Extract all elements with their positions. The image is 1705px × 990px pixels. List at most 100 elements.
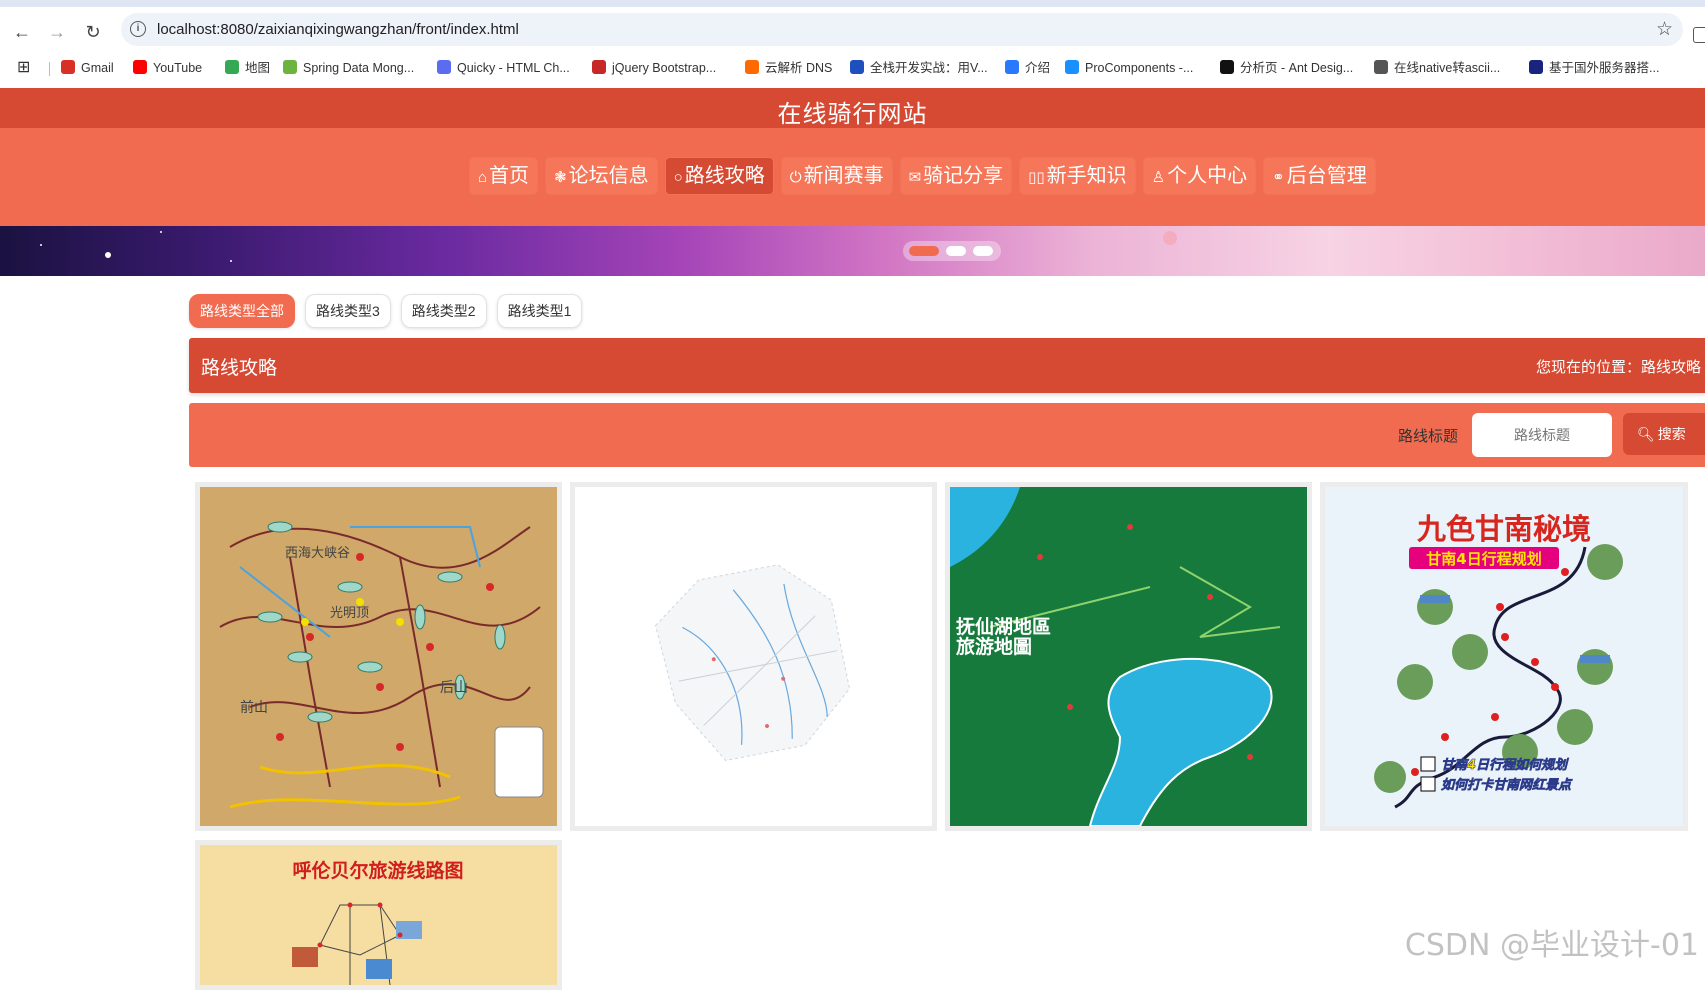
route-type-tab[interactable]: 路线类型1 [497, 294, 583, 328]
search-bar: 路线标题 🔍︎搜索 [189, 403, 1705, 467]
nav-icon: ⏻ [790, 169, 802, 186]
bookmark-item[interactable]: YouTube [133, 58, 202, 78]
carousel-dot-1[interactable] [909, 246, 939, 256]
nav-label: 论坛信息 [569, 165, 649, 187]
browser-toolbar: ← → ↻ i localhost:8080/zaixianqixingwang… [0, 7, 1705, 53]
bookmark-item[interactable]: 分析页 - Ant Desig... [1220, 58, 1353, 78]
bookmarks-bar: ⊞ Gmail YouTube 地图 Spring Data Mong... Quick… [0, 53, 1705, 83]
map-title: 呼伦贝尔旅游线路图 [292, 859, 463, 882]
bookmark-label: 介绍 [1025, 61, 1050, 75]
bookmark-label: ProComponents -... [1085, 61, 1193, 75]
map-label-left: 前山 [240, 699, 268, 715]
bookmark-favicon-icon [283, 60, 297, 74]
bookmark-favicon-icon [61, 60, 75, 74]
bookmark-favicon-icon [133, 60, 147, 74]
route-type-tabs: 路线类型全部路线类型3 路线类型2 路线类型1 [189, 294, 582, 328]
nav-label: 新手知识 [1047, 165, 1127, 187]
bookmark-item[interactable]: Quicky - HTML Ch... [437, 58, 570, 78]
bookmark-label: 地图 [245, 61, 270, 75]
bookmark-label: YouTube [153, 61, 202, 75]
nav-item-6[interactable]: ▯▯新手知识 [1020, 158, 1135, 194]
section-header: 路线攻略 您现在的位置：路线攻略 [189, 338, 1705, 393]
bookmark-item[interactable]: 全栈开发实战：用V... [850, 58, 988, 78]
route-card[interactable]: 西海大峡谷 光明顶 前山 后山 [195, 482, 562, 831]
breadcrumb: 您现在的位置：路线攻略 [1536, 356, 1701, 377]
apps-grid-icon[interactable]: ⊞ [17, 58, 30, 78]
route-type-tab[interactable]: 路线类型2 [401, 294, 487, 328]
nav-icon: ⌂ [478, 169, 487, 186]
bookmark-item[interactable]: 地图 [225, 58, 270, 78]
bookmark-item[interactable]: 介绍 [1005, 58, 1050, 78]
nav-label: 骑记分享 [923, 165, 1003, 187]
watermark: CSDN @毕业设计-01 [1405, 920, 1699, 964]
bookmark-label: 云解析 DNS [765, 61, 832, 75]
nav-icon: ▯▯ [1028, 169, 1045, 186]
bookmark-item[interactable]: Gmail [61, 58, 114, 78]
nav-item-8[interactable]: ⚭后台管理 [1264, 158, 1375, 194]
bookmark-favicon-icon [745, 60, 759, 74]
bookmark-label: 分析页 - Ant Desig... [1240, 61, 1353, 75]
browser-tab-strip [0, 0, 1705, 7]
site-title-bar: 在线骑行网站 [0, 88, 1705, 128]
map-label-top: 西海大峡谷 [285, 545, 350, 560]
bookmark-divider [49, 62, 50, 76]
bookmark-item[interactable]: 在线native转ascii... [1374, 58, 1500, 78]
bookmark-favicon-icon [225, 60, 239, 74]
banner-star [230, 260, 232, 262]
carousel-dot-2[interactable] [946, 246, 966, 256]
route-type-tab[interactable]: 路线类型全部 [189, 294, 295, 328]
url-text[interactable]: localhost:8080/zaixianqixingwangzhan/fro… [157, 21, 519, 38]
route-card[interactable]: 抚仙湖地區 旅游地圖 [945, 482, 1312, 831]
breadcrumb-current[interactable]: 路线攻略 [1641, 359, 1701, 376]
nav-label: 路线攻略 [685, 165, 765, 187]
nav-item-3[interactable]: ○路线攻略 [666, 158, 773, 194]
nav-label: 新闻赛事 [804, 165, 884, 187]
route-image: 呼伦贝尔旅游线路图 [200, 845, 557, 985]
bookmark-label: 在线native转ascii... [1394, 61, 1500, 75]
site-title: 在线骑行网站 [0, 94, 1705, 129]
bookmark-label: 基于国外服务器搭... [1549, 61, 1659, 75]
address-bar[interactable]: i localhost:8080/zaixianqixingwangzhan/f… [121, 13, 1683, 46]
bookmark-item[interactable]: ProComponents -... [1065, 58, 1193, 78]
search-icon: 🔍︎ [1637, 426, 1655, 442]
map-line-1: 甘南4日行程如何规划 [1441, 757, 1569, 773]
banner-carousel[interactable] [0, 226, 1705, 276]
banner-petal [1163, 231, 1177, 245]
nav-label: 后台管理 [1287, 165, 1367, 187]
route-image [575, 487, 932, 826]
bookmark-favicon-icon [1065, 60, 1079, 74]
route-image: 抚仙湖地區 旅游地圖 [950, 487, 1307, 826]
forward-arrow-icon[interactable]: → [46, 21, 68, 43]
map-line-2: 如何打卡甘南网红景点 [1441, 777, 1573, 793]
nav-item-7[interactable]: ♙个人中心 [1144, 158, 1255, 194]
extensions-icon[interactable] [1693, 27, 1705, 43]
bookmark-item[interactable]: jQuery Bootstrap... [592, 58, 716, 78]
bookmark-item[interactable]: 云解析 DNS [745, 58, 832, 78]
nav-label: 首页 [489, 165, 529, 187]
back-arrow-icon[interactable]: ← [11, 21, 33, 43]
route-image: 西海大峡谷 光明顶 前山 后山 [200, 487, 557, 826]
map-title: 九色甘南秘境 [1417, 512, 1591, 546]
map-label-mid: 光明顶 [330, 605, 369, 620]
carousel-dot-3[interactable] [973, 246, 993, 256]
nav-icon: ✉ [909, 169, 922, 186]
route-type-tab[interactable]: 路线类型3 [305, 294, 391, 328]
map-label-right: 后山 [440, 679, 468, 695]
nav-item-4[interactable]: ⏻新闻赛事 [782, 158, 892, 194]
bookmark-item[interactable]: Spring Data Mong... [283, 58, 414, 78]
route-image: 九色甘南秘境 甘南4日行程规划 甘南4日行程如何规划 如何打卡甘南网红景点 [1325, 487, 1683, 826]
site-info-icon[interactable]: i [130, 21, 146, 37]
search-input[interactable] [1472, 413, 1612, 457]
route-card[interactable]: 呼伦贝尔旅游线路图 [195, 840, 562, 990]
reload-icon[interactable]: ↻ [82, 21, 104, 43]
route-card[interactable]: 九色甘南秘境 甘南4日行程规划 甘南4日行程如何规划 如何打卡甘南网红景点 [1320, 482, 1688, 831]
bookmark-item[interactable]: 基于国外服务器搭... [1529, 58, 1659, 78]
nav-icon: ○ [674, 169, 683, 186]
search-button[interactable]: 🔍︎搜索 [1623, 413, 1705, 455]
nav-item-2[interactable]: ❃论坛信息 [546, 158, 657, 194]
bookmark-star-icon[interactable]: ☆ [1656, 18, 1673, 41]
route-card[interactable] [570, 482, 937, 831]
nav-item-5[interactable]: ✉骑记分享 [901, 158, 1012, 194]
nav-item-1[interactable]: ⌂首页 [470, 158, 537, 194]
bookmark-favicon-icon [437, 60, 451, 74]
